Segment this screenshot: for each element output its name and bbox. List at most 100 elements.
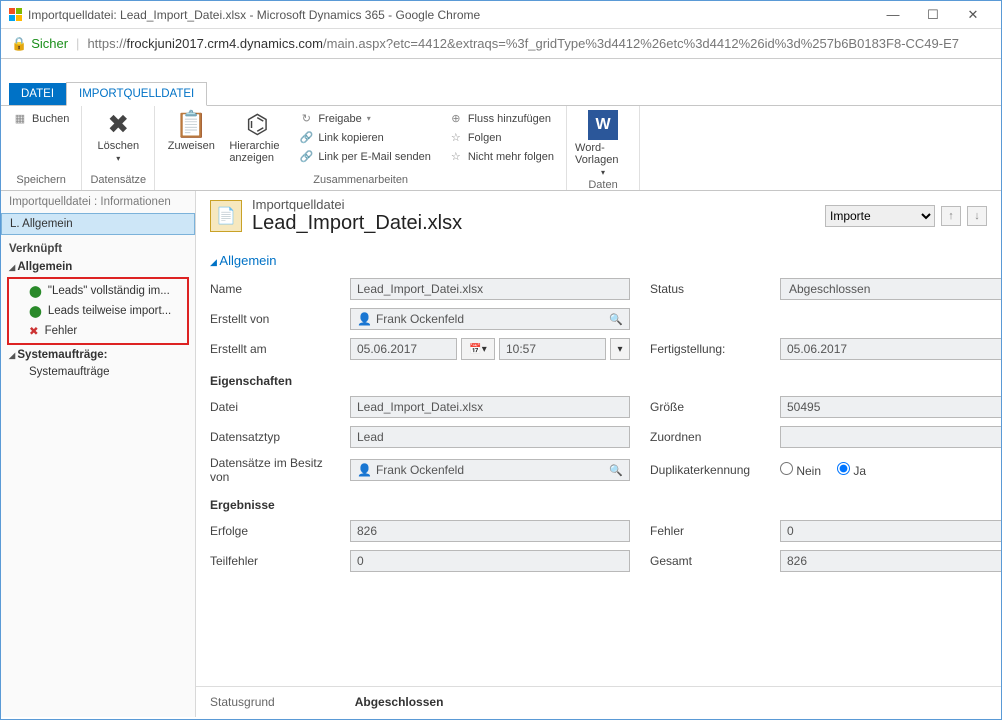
freigabe-button[interactable]: ↻Freigabe▾: [295, 110, 435, 127]
share-icon: ↻: [299, 112, 313, 125]
assign-icon: 📋: [175, 110, 207, 138]
label-status: Status: [650, 282, 760, 296]
folgen-button[interactable]: ☆Folgen: [445, 129, 558, 146]
label-name: Name: [210, 282, 330, 296]
field-name[interactable]: Lead_Import_Datei.xlsx: [350, 278, 630, 300]
view-select[interactable]: Importe: [825, 205, 935, 227]
lookup-icon[interactable]: 🔍: [609, 313, 623, 326]
section-allgemein[interactable]: Allgemein: [210, 253, 987, 268]
radio-nein[interactable]: Nein: [780, 462, 821, 478]
nav-allgemein[interactable]: L. Allgemein: [1, 213, 195, 235]
url-text[interactable]: https://frockjuni2017.crm4.dynamics.com/…: [87, 36, 959, 51]
record-icon: 📄: [210, 200, 242, 232]
label-datensatztyp: Datensatztyp: [210, 430, 330, 444]
field-gesamt: 826: [780, 550, 1001, 572]
nav-highlight-box: ⬤"Leads" vollständig im... ⬤Leads teilwe…: [7, 277, 189, 345]
tab-datei[interactable]: DATEI: [9, 83, 66, 105]
footer-statusgrund-label: Statusgrund: [210, 695, 275, 709]
hierarchy-icon: ⌬: [246, 110, 269, 138]
ribbon-group-speichern: ▦Buchen Speichern: [1, 106, 82, 190]
record-subtitle: Importquelldatei: [252, 197, 462, 212]
nav-allgemein-section[interactable]: Allgemein: [1, 259, 195, 275]
radio-ja[interactable]: Ja: [837, 462, 866, 478]
label-besitz: Datensätze im Besitz von: [210, 456, 330, 484]
secure-label: Sicher: [31, 36, 68, 51]
tab-importquelldatei[interactable]: IMPORTQUELLDATEI: [66, 82, 207, 106]
nav-up-button[interactable]: ↑: [941, 206, 961, 226]
nav-systemauftraege-section[interactable]: Systemaufträge:: [1, 347, 195, 363]
grid-icon: ▦: [13, 112, 27, 125]
ribbon: ▦Buchen Speichern ✖Löschen▾ Datensätze 📋…: [1, 105, 1001, 191]
ribbon-group-datensaetze: ✖Löschen▾ Datensätze: [82, 106, 155, 190]
field-erfolge: 826: [350, 520, 630, 542]
field-status[interactable]: Abgeschlossen: [780, 278, 1001, 300]
nav-down-button[interactable]: ↓: [967, 206, 987, 226]
label-zuordnen: Zuordnen: [650, 430, 760, 444]
ribbon-group-zusammenarbeiten: 📋Zuweisen ⌬Hierarchie anzeigen ↻Freigabe…: [155, 106, 567, 190]
field-duplikat: Nein Ja: [780, 462, 1001, 478]
nav-verknuepft-header: Verknüpft: [1, 235, 195, 259]
star-icon: ☆: [449, 131, 463, 144]
lock-icon: 🔒: [11, 36, 27, 52]
field-datensatztyp[interactable]: Lead: [350, 426, 630, 448]
label-teilfehler: Teilfehler: [210, 554, 330, 568]
maximize-button[interactable]: ☐: [913, 7, 953, 23]
delete-icon: ✖: [107, 110, 129, 138]
time-dropdown-button[interactable]: ▾: [610, 338, 630, 360]
person-icon: 👤: [357, 463, 372, 477]
nav-leads-voll[interactable]: ⬤"Leads" vollständig im...: [9, 281, 187, 301]
loeschen-button[interactable]: ✖Löschen▾: [90, 110, 146, 163]
link-email-button[interactable]: 🔗Link per E-Mail senden: [295, 148, 435, 165]
nav-breadcrumb: Importquelldatei : Informationen: [1, 191, 195, 213]
label-erstellt-von: Erstellt von: [210, 312, 330, 326]
close-button[interactable]: ✕: [953, 7, 993, 23]
label-datei: Datei: [210, 400, 330, 414]
field-erstellt-am-date[interactable]: 05.06.2017: [350, 338, 457, 360]
label-erstellt-am: Erstellt am: [210, 342, 330, 356]
ms-logo-icon: [9, 8, 22, 21]
label-fehler-res: Fehler: [650, 524, 760, 538]
lookup-icon[interactable]: 🔍: [609, 464, 623, 477]
field-teilfehler: 0: [350, 550, 630, 572]
field-fehler-res: 0: [780, 520, 1001, 542]
field-zuordnen[interactable]: 🔍: [780, 426, 1001, 448]
person-icon: 👤: [357, 312, 372, 326]
word-icon: W: [588, 110, 618, 140]
label-fertigstellung: Fertigstellung:: [650, 342, 760, 356]
link-kopieren-button[interactable]: 🔗Link kopieren: [295, 129, 435, 146]
subhead-eigenschaften: Eigenschaften: [210, 374, 1001, 388]
window-titlebar: Importquelldatei: Lead_Import_Datei.xlsx…: [1, 1, 1001, 29]
nav-leads-teil[interactable]: ⬤Leads teilweise import...: [9, 301, 187, 321]
word-vorlagen-button[interactable]: WWord-Vorlagen▾: [575, 110, 631, 177]
link-mail-icon: 🔗: [299, 150, 313, 163]
zuweisen-button[interactable]: 📋Zuweisen: [163, 110, 219, 152]
label-groesse: Größe: [650, 400, 760, 414]
field-fertigstellung[interactable]: 05.06.2017: [780, 338, 1001, 360]
flow-icon: ⊕: [449, 112, 463, 125]
hierarchie-button[interactable]: ⌬Hierarchie anzeigen: [229, 110, 285, 164]
label-duplikat: Duplikaterkennung: [650, 463, 760, 477]
window-title: Importquelldatei: Lead_Import_Datei.xlsx…: [28, 8, 873, 22]
field-groesse[interactable]: 50495: [780, 396, 1001, 418]
fluss-button[interactable]: ⊕Fluss hinzufügen: [445, 110, 558, 127]
field-besitz[interactable]: 👤Frank Ockenfeld🔍: [350, 459, 630, 481]
success-icon: ⬤: [29, 284, 42, 298]
field-erstellt-am-time[interactable]: 10:57: [499, 338, 606, 360]
label-erfolge: Erfolge: [210, 524, 330, 538]
buchen-button[interactable]: ▦Buchen: [9, 110, 73, 127]
ribbon-tabs: DATEI IMPORTQUELLDATEI: [1, 81, 1001, 105]
ribbon-group-daten: WWord-Vorlagen▾ Daten: [567, 106, 640, 190]
minimize-button[interactable]: —: [873, 7, 913, 22]
calendar-button[interactable]: 📅▾: [461, 338, 495, 360]
nav-fehler[interactable]: ✖Fehler: [9, 321, 187, 341]
main-panel: 📄 Importquelldatei Lead_Import_Datei.xls…: [196, 191, 1001, 717]
nicht-folgen-button[interactable]: ☆Nicht mehr folgen: [445, 148, 558, 165]
nav-systemauftraege[interactable]: Systemaufträge: [1, 363, 195, 381]
record-title: Lead_Import_Datei.xlsx: [252, 212, 462, 235]
left-nav: Importquelldatei : Informationen L. Allg…: [1, 191, 196, 717]
address-bar: 🔒 Sicher | https://frockjuni2017.crm4.dy…: [1, 29, 1001, 59]
error-icon: ✖: [29, 324, 39, 338]
field-datei[interactable]: Lead_Import_Datei.xlsx: [350, 396, 630, 418]
field-erstellt-von[interactable]: 👤Frank Ockenfeld🔍: [350, 308, 630, 330]
star-off-icon: ☆: [449, 150, 463, 163]
